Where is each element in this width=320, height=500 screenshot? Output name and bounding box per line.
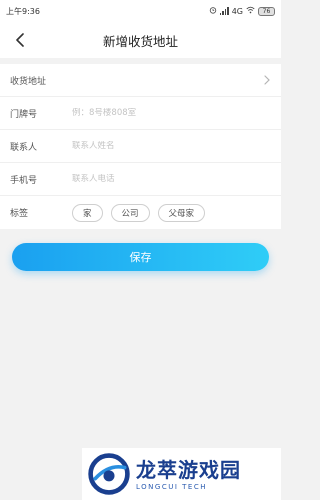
watermark-brand: 龙萃游戏园	[136, 457, 241, 482]
wifi-icon	[246, 6, 255, 16]
phone-label: 手机号	[10, 175, 38, 186]
tag-row: 标签 家 公司 父母家	[0, 196, 281, 229]
battery-indicator: 76	[258, 6, 275, 16]
network-type: 4G	[231, 6, 243, 16]
watermark-brand-en: LONGCUI TECH	[136, 482, 207, 491]
door-number-row: 门牌号	[0, 97, 281, 130]
contact-label: 联系人	[10, 142, 38, 153]
address-row[interactable]: 收货地址	[0, 64, 281, 97]
tag-parents-home[interactable]: 父母家	[157, 203, 206, 222]
chevron-left-icon	[16, 33, 24, 47]
back-button[interactable]	[10, 30, 30, 50]
page-title: 新增收货地址	[102, 33, 178, 49]
address-form: 收货地址 门牌号 联系人 手机号 标签 家 公司 父母家	[0, 64, 281, 229]
tag-company[interactable]: 公司	[110, 203, 150, 222]
tag-group: 家 公司 父母家	[72, 203, 206, 222]
watermark: 龙萃游戏园 LONGCUI TECH	[82, 448, 281, 500]
contact-row: 联系人	[0, 130, 281, 163]
status-time: 上午9:36	[6, 6, 40, 16]
phone-input[interactable]	[72, 174, 271, 184]
door-number-input[interactable]	[72, 108, 271, 118]
alarm-icon	[209, 6, 217, 16]
save-section: 保存	[0, 229, 281, 271]
door-number-label: 门牌号	[10, 109, 38, 120]
status-bar: 上午9:36 4G 76	[0, 0, 281, 22]
contact-name-input[interactable]	[72, 141, 271, 151]
signal-icon	[219, 7, 229, 15]
nav-bar: 新增收货地址	[0, 22, 281, 58]
chevron-right-icon	[264, 75, 270, 85]
save-button[interactable]: 保存	[12, 243, 269, 271]
phone-row: 手机号	[0, 163, 281, 196]
brand-logo-icon	[88, 453, 130, 495]
address-label: 收货地址	[10, 76, 47, 87]
tag-home[interactable]: 家	[72, 203, 103, 222]
tag-label: 标签	[10, 209, 29, 219]
